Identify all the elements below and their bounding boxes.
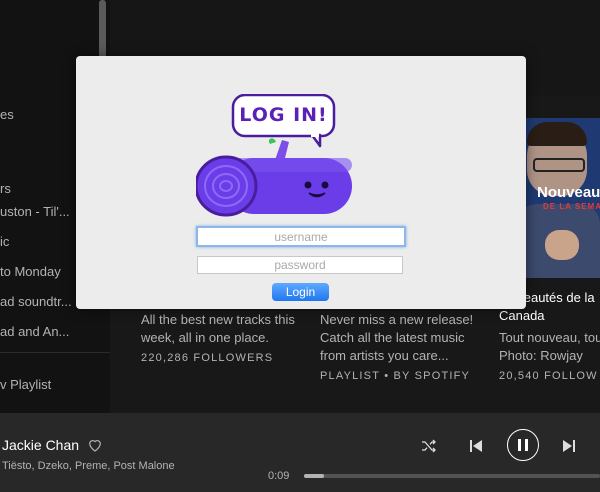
card-description: Never miss a new release! [320, 312, 474, 327]
pause-icon [518, 439, 528, 451]
cover-person-hand [545, 230, 579, 260]
progress-bar-fill [304, 474, 324, 478]
heart-icon[interactable] [86, 436, 104, 454]
card-followers: 220,286 FOLLOWERS [141, 352, 274, 364]
new-playlist-button[interactable]: v Playlist [0, 377, 95, 392]
bubble-text: LOG IN! [239, 104, 328, 126]
cover-person-hair [527, 122, 587, 146]
card-description: week, all in one place. [141, 330, 269, 345]
pause-button[interactable] [507, 429, 539, 461]
sidebar-item[interactable]: ad and An... [0, 324, 95, 339]
card-description: All the best new tracks this [141, 312, 295, 327]
cover-subtitle: DE LA SEMA [543, 202, 600, 211]
track-name[interactable]: Jackie Chan [2, 437, 79, 453]
progress-bar[interactable] [304, 474, 600, 478]
playlist-cover-image[interactable]: Nouveau DE LA SEMA [517, 118, 600, 278]
card-description: Tout nouveau, tou [499, 330, 600, 345]
card-description: from artists you care... [320, 348, 449, 363]
password-input[interactable] [197, 256, 403, 274]
login-button[interactable]: Login [272, 283, 329, 301]
sidebar-divider [0, 352, 110, 353]
cover-person-glasses [533, 158, 585, 172]
next-icon[interactable] [562, 439, 576, 453]
elapsed-time: 0:09 [268, 470, 290, 482]
username-input[interactable] [196, 226, 406, 247]
card-title[interactable]: Canada [499, 307, 600, 325]
card-description: Photo: Rowjay [499, 348, 583, 363]
card-description: Catch all the latest music [320, 330, 465, 345]
cover-title: Nouveau [537, 184, 600, 201]
shuffle-icon[interactable] [421, 439, 437, 453]
track-artists[interactable]: Tiësto, Dzeko, Preme, Post Malone [2, 460, 175, 472]
card-followers: 20,540 FOLLOW [499, 370, 598, 382]
sidebar-scrollbar[interactable] [99, 0, 106, 60]
card-meta: PLAYLIST • BY SPOTIFY [320, 370, 471, 382]
previous-icon[interactable] [469, 439, 483, 453]
